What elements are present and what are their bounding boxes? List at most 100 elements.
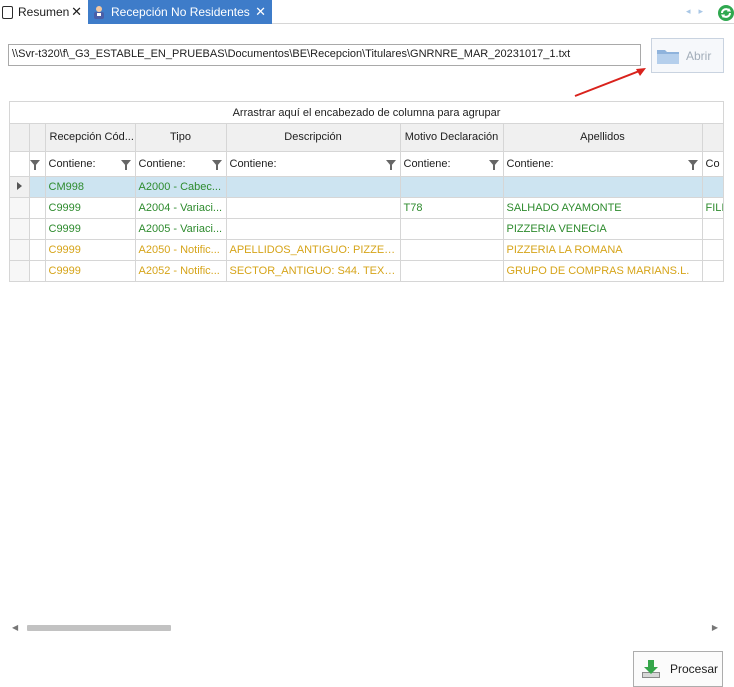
cell-extra[interactable] (702, 218, 723, 240)
cell-tipo[interactable]: A2005 - Variaci... (135, 218, 227, 240)
header-indicator (29, 124, 46, 152)
filter-row: Contiene: Contiene: Contiene: Contiene: … (10, 151, 723, 177)
row-indicator[interactable] (10, 239, 30, 261)
cell-tipo[interactable]: A2004 - Variaci... (135, 197, 227, 219)
filter-extra-label: Co (705, 157, 720, 170)
header-corner (10, 124, 30, 152)
row-spacer (29, 218, 46, 240)
funnel-icon[interactable] (29, 159, 40, 170)
row-indicator[interactable] (10, 197, 30, 219)
horizontal-scrollbar[interactable]: ◀ ▶ (9, 620, 724, 635)
filter-codigo[interactable]: Contiene: (45, 151, 136, 177)
cell-codigo[interactable]: C9999 (45, 218, 136, 240)
filter-descripcion-label: Contiene: (229, 157, 277, 170)
filter-apellidos[interactable]: Contiene: (503, 151, 703, 177)
cell-descripcion[interactable] (226, 176, 401, 198)
data-grid: Arrastrar aquí el encabezado de columna … (9, 101, 724, 282)
scroll-left-icon[interactable]: ◀ (12, 623, 18, 632)
procesar-label: Procesar (670, 662, 719, 676)
cell-tipo[interactable]: A2000 - Cabec... (135, 176, 227, 198)
cell-motivo[interactable] (400, 176, 504, 198)
table-row[interactable]: CM998 A2000 - Cabec... (10, 176, 723, 198)
cell-codigo[interactable]: CM998 (45, 176, 136, 198)
abrir-button[interactable]: Abrir (651, 38, 724, 73)
abrir-label: Abrir (686, 48, 712, 63)
filter-row-button[interactable] (29, 151, 46, 177)
refresh-icon[interactable] (716, 2, 734, 22)
column-header-descripcion[interactable]: Descripción (226, 124, 401, 152)
tab-strip: Resumen ✕ Recepción No Residentes ✕ ◂▸ (0, 0, 734, 24)
cell-apellidos[interactable]: GRUPO DE COMPRAS MARIANS.L. (503, 260, 703, 282)
funnel-icon[interactable] (488, 159, 499, 170)
cell-descripcion[interactable] (226, 218, 401, 240)
column-header-apellidos[interactable]: Apellidos (503, 124, 703, 152)
row-indicator[interactable] (10, 176, 30, 198)
grid-body: CM998 A2000 - Cabec... C9999 A2004 - Variac… (10, 176, 723, 282)
table-row[interactable]: C9999 A2052 - Notific... SECTOR_ANTIGUO: S… (10, 260, 723, 282)
cell-codigo[interactable]: C9999 (45, 197, 136, 219)
cell-motivo[interactable]: T78 (400, 197, 504, 219)
cell-codigo[interactable]: C9999 (45, 239, 136, 261)
filter-motivo-label: Contiene: (403, 157, 451, 170)
table-row[interactable]: C9999 A2004 - Variaci... T78 SALHADO AYAMON… (10, 197, 723, 219)
filter-corner (10, 151, 30, 177)
folder-icon (657, 49, 679, 64)
funnel-icon[interactable] (385, 159, 396, 170)
cell-codigo[interactable]: C9999 (45, 260, 136, 282)
column-header-motivo[interactable]: Motivo Declaración (400, 124, 504, 152)
scrollbar-thumb[interactable] (27, 625, 171, 631)
cell-motivo[interactable] (400, 218, 504, 240)
filter-extra[interactable]: Co (702, 151, 723, 177)
cell-tipo[interactable]: A2052 - Notific... (135, 260, 227, 282)
funnel-icon[interactable] (120, 159, 131, 170)
tab-recepcion-no-residentes[interactable]: Recepción No Residentes ✕ (88, 0, 272, 24)
download-icon (642, 660, 660, 678)
cell-descripcion[interactable] (226, 197, 401, 219)
document-icon (2, 5, 13, 19)
person-icon (94, 6, 104, 19)
column-header-extra[interactable] (702, 124, 723, 152)
cell-apellidos[interactable] (503, 176, 703, 198)
scroll-right-icon[interactable]: ▶ (712, 623, 718, 632)
cell-apellidos[interactable]: PIZZERIA LA ROMANA (503, 239, 703, 261)
cell-extra[interactable]: FILI (702, 197, 723, 219)
cell-motivo[interactable] (400, 239, 504, 261)
row-spacer (29, 176, 46, 198)
tab-scroll-arrows[interactable]: ◂▸ (686, 6, 711, 17)
cell-tipo[interactable]: A2050 - Notific... (135, 239, 227, 261)
funnel-icon[interactable] (687, 159, 698, 170)
header-row: Recepción Cód... Tipo Descripción Motivo… (10, 124, 723, 152)
cell-motivo[interactable] (400, 260, 504, 282)
filter-descripcion[interactable]: Contiene: (226, 151, 401, 177)
close-icon[interactable]: ✕ (71, 4, 82, 20)
file-path-input[interactable]: \\Svr-t320\f\_G3_ESTABLE_EN_PRUEBAS\Docu… (8, 44, 641, 66)
row-indicator[interactable] (10, 218, 30, 240)
annotation-arrow (574, 68, 646, 97)
cell-descripcion[interactable]: APELLIDOS_ANTIGUO: PIZZERIA... (226, 239, 401, 261)
cell-descripcion[interactable]: SECTOR_ANTIGUO: S44. TEXTO... (226, 260, 401, 282)
group-by-panel[interactable]: Arrastrar aquí el encabezado de columna … (10, 101, 723, 124)
tab-resumen[interactable]: Resumen ✕ (0, 0, 88, 24)
table-row[interactable]: C9999 A2050 - Notific... APELLIDOS_ANTIGUO… (10, 239, 723, 261)
row-spacer (29, 239, 46, 261)
tab-resumen-label: Resumen (18, 5, 70, 19)
filter-motivo[interactable]: Contiene: (400, 151, 504, 177)
row-pointer-icon (16, 181, 22, 190)
close-icon[interactable]: ✕ (255, 4, 266, 20)
row-indicator[interactable] (10, 260, 30, 282)
filter-tipo[interactable]: Contiene: (135, 151, 227, 177)
cell-extra[interactable] (702, 260, 723, 282)
row-spacer (29, 197, 46, 219)
tab-recepcion-label: Recepción No Residentes (111, 5, 250, 19)
column-header-codigo[interactable]: Recepción Cód... (45, 124, 136, 152)
window: Resumen ✕ Recepción No Residentes ✕ ◂▸ \… (0, 0, 734, 687)
cell-extra[interactable] (702, 176, 723, 198)
cell-apellidos[interactable]: SALHADO AYAMONTE (503, 197, 703, 219)
column-header-tipo[interactable]: Tipo (135, 124, 227, 152)
table-row[interactable]: C9999 A2005 - Variaci... PIZZERIA VENECIA (10, 218, 723, 240)
funnel-icon[interactable] (211, 159, 222, 170)
procesar-button[interactable]: Procesar (633, 651, 723, 687)
cell-apellidos[interactable]: PIZZERIA VENECIA (503, 218, 703, 240)
cell-extra[interactable] (702, 239, 723, 261)
grid-table: Recepción Cód... Tipo Descripción Motivo… (10, 124, 723, 282)
